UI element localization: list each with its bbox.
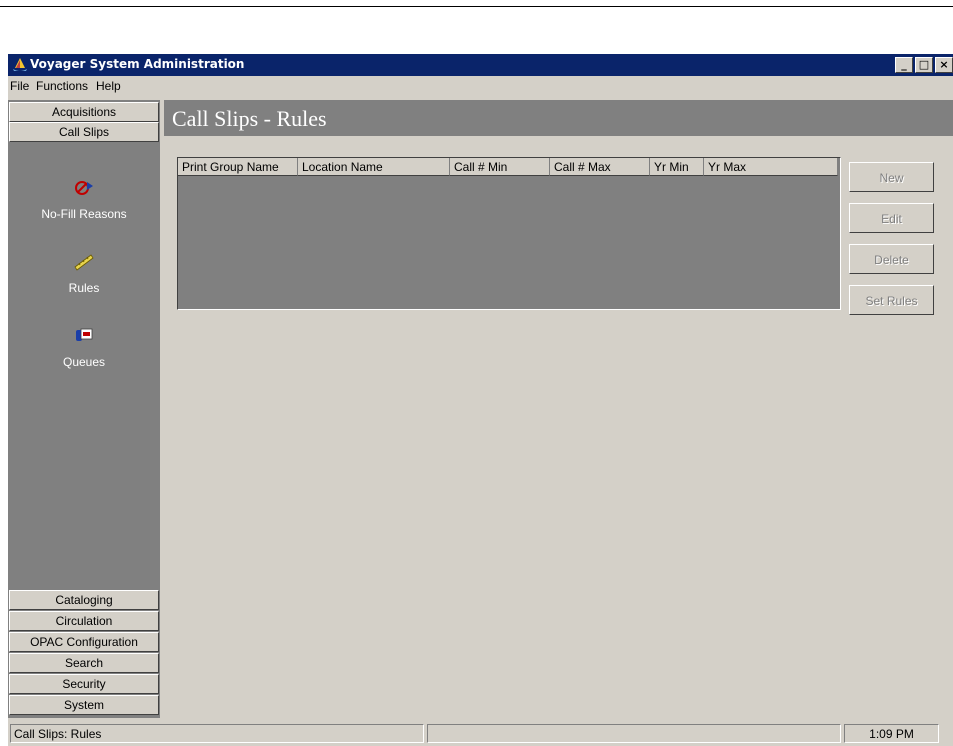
column-header-call-min[interactable]: Call # Min <box>450 158 550 176</box>
tool-label: Queues <box>62 355 106 369</box>
ruler-icon <box>74 254 94 271</box>
tool-rules[interactable]: Rules <box>8 250 160 295</box>
delete-button[interactable]: Delete <box>849 244 934 274</box>
sidebar-section-opac-configuration[interactable]: OPAC Configuration <box>9 632 159 652</box>
column-header-call-max[interactable]: Call # Max <box>550 158 650 176</box>
column-header-yr-min[interactable]: Yr Min <box>650 158 704 176</box>
tool-queues[interactable]: Queues <box>8 324 160 369</box>
tool-label: Rules <box>68 281 100 295</box>
sidebar-section-search[interactable]: Search <box>9 653 159 673</box>
top-rule <box>0 6 953 7</box>
sidebar-section-call-slips[interactable]: Call Slips <box>9 122 159 142</box>
set-rules-button[interactable]: Set Rules <box>849 285 934 315</box>
edit-button[interactable]: Edit <box>849 203 934 233</box>
sidebar-section-system[interactable]: System <box>9 695 159 715</box>
close-button[interactable]: × <box>935 57 953 73</box>
no-fill-reasons-icon <box>75 181 93 195</box>
sidebar-section-security[interactable]: Security <box>9 674 159 694</box>
window-controls: _ □ × <box>895 57 953 73</box>
app-window: Voyager System Administration _ □ × File… <box>8 54 953 746</box>
column-header-print-group-name[interactable]: Print Group Name <box>178 158 298 176</box>
status-clock: 1:09 PM <box>844 724 939 743</box>
window-title: Voyager System Administration <box>30 57 245 71</box>
column-header-location-name[interactable]: Location Name <box>298 158 450 176</box>
sidebar-section-acquisitions[interactable]: Acquisitions <box>9 102 159 122</box>
status-middle-pane <box>427 724 841 743</box>
sidebar-section-cataloging[interactable]: Cataloging <box>9 590 159 610</box>
menu-help[interactable]: Help <box>96 79 121 93</box>
queues-icon <box>76 328 93 341</box>
main-content: Call Slips - Rules Print Group Name Loca… <box>164 100 953 718</box>
menu-file[interactable]: File <box>10 79 29 93</box>
sidebar: Acquisitions Call Slips No-Fill Reasons … <box>8 100 160 718</box>
status-text: Call Slips: Rules <box>10 724 424 743</box>
column-header-yr-max[interactable]: Yr Max <box>704 158 838 176</box>
maximize-button[interactable]: □ <box>915 57 933 73</box>
rules-list[interactable]: Print Group Name Location Name Call # Mi… <box>177 157 841 310</box>
menu-functions[interactable]: Functions <box>36 79 88 93</box>
minimize-button[interactable]: _ <box>895 57 913 73</box>
tool-label: No-Fill Reasons <box>41 207 127 221</box>
status-bar: Call Slips: Rules 1:09 PM <box>8 722 953 746</box>
voyager-app-icon <box>13 58 27 71</box>
menu-bar: File Functions Help <box>8 76 953 96</box>
page-header: Call Slips - Rules <box>164 100 953 136</box>
sidebar-section-circulation[interactable]: Circulation <box>9 611 159 631</box>
new-button[interactable]: New <box>849 162 934 192</box>
tool-no-fill-reasons[interactable]: No-Fill Reasons <box>8 176 160 221</box>
title-bar[interactable]: Voyager System Administration _ □ × <box>8 54 953 76</box>
page-title: Call Slips - Rules <box>172 106 327 131</box>
